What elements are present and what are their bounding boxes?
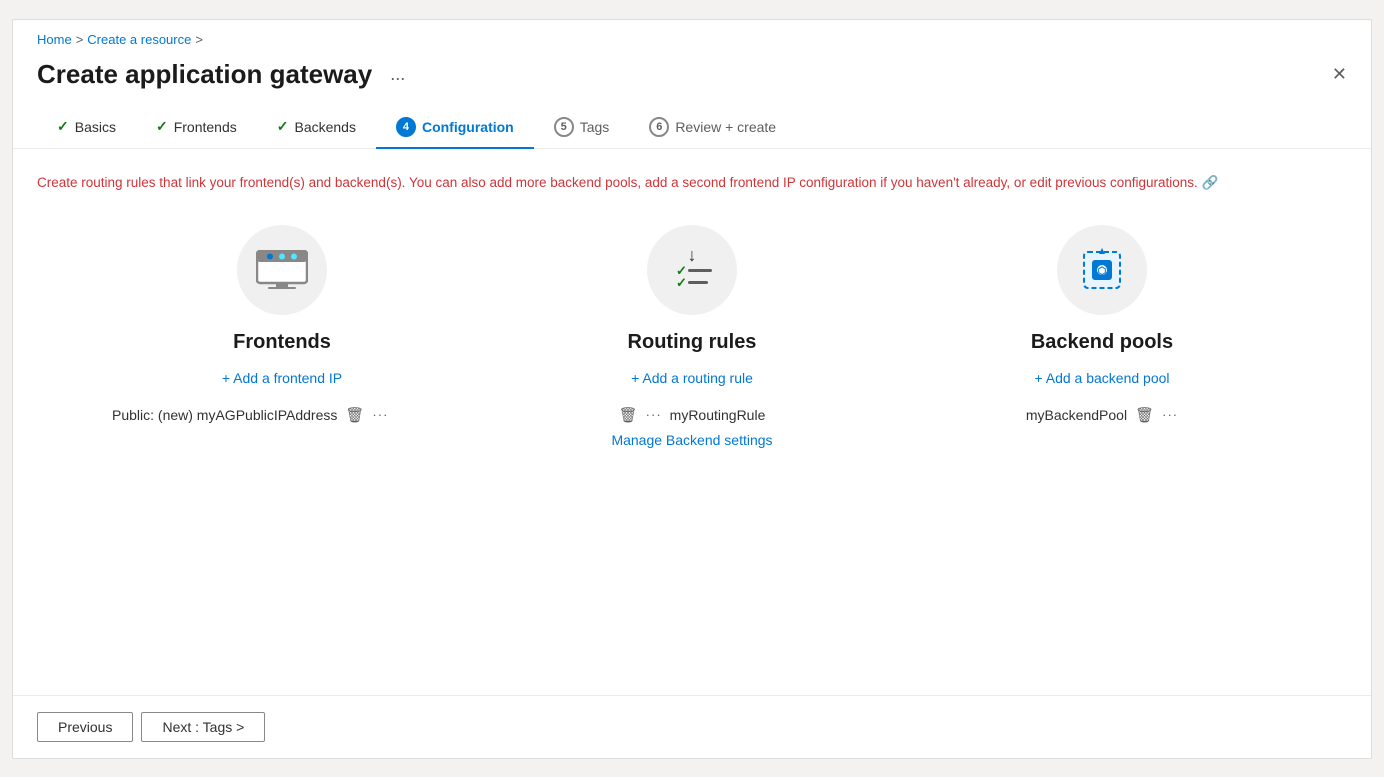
tab-tags[interactable]: 5 Tags <box>534 107 630 149</box>
tab-backends-label: Backends <box>294 119 355 135</box>
backend-pools-column: ⬡ Backend pools + Add a backend pool myB… <box>912 225 1292 424</box>
routing-item-text: myRoutingRule <box>670 407 766 423</box>
routing-item-row: 🗑 ··· myRoutingRule <box>502 406 882 424</box>
tab-configuration-label: Configuration <box>422 119 514 135</box>
add-backend-pool-link[interactable]: + Add a backend pool <box>1034 370 1169 386</box>
main-panel: Home > Create a resource > Create applic… <box>12 19 1372 759</box>
check-icon-basics: ✓ <box>57 118 69 135</box>
more-icon-backend[interactable]: ··· <box>1162 407 1178 422</box>
routing-rules-column: ↓ ✓ ✓ Routing rules + Add a routing rule… <box>502 225 882 448</box>
add-routing-rule-link[interactable]: + Add a routing rule <box>631 370 753 386</box>
trash-icon-backend[interactable]: 🗑 <box>1135 406 1154 424</box>
frontends-icon <box>256 250 308 290</box>
footer: Previous Next : Tags > <box>13 695 1371 758</box>
backend-pools-icon: ⬡ <box>1076 244 1128 296</box>
description-text: Create routing rules that link your fron… <box>37 173 1237 193</box>
svg-text:✓: ✓ <box>676 275 687 290</box>
add-frontend-ip-link[interactable]: + Add a frontend IP <box>222 370 342 386</box>
page-title: Create application gateway <box>37 59 372 90</box>
svg-text:↓: ↓ <box>688 247 697 265</box>
tab-frontends-label: Frontends <box>174 119 237 135</box>
breadcrumb-create-resource[interactable]: Create a resource <box>87 32 191 47</box>
frontends-column: Frontends + Add a frontend IP Public: (n… <box>92 225 472 424</box>
breadcrumb-sep2: > <box>195 32 203 47</box>
tab-configuration[interactable]: 4 Configuration <box>376 107 534 149</box>
routing-icon-circle: ↓ ✓ ✓ <box>647 225 737 315</box>
tab-circle-tags: 5 <box>554 117 574 137</box>
tab-basics-label: Basics <box>75 119 116 135</box>
frontends-item-row: Public: (new) myAGPublicIPAddress 🗑 ··· <box>92 406 472 424</box>
backend-icon-circle: ⬡ <box>1057 225 1147 315</box>
tab-frontends[interactable]: ✓ Frontends <box>136 108 257 147</box>
close-button[interactable]: ✕ <box>1332 65 1347 83</box>
columns-container: Frontends + Add a frontend IP Public: (n… <box>37 225 1347 448</box>
svg-text:⬡: ⬡ <box>1098 266 1107 277</box>
routing-rules-title: Routing rules <box>628 331 757 354</box>
backend-item-row: myBackendPool 🗑 ··· <box>912 406 1292 424</box>
routing-rules-icon: ↓ ✓ ✓ <box>666 247 718 293</box>
tab-basics[interactable]: ✓ Basics <box>37 108 136 147</box>
tab-backends[interactable]: ✓ Backends <box>257 108 376 147</box>
routing-item-col: 🗑 ··· myRoutingRule Manage Backend setti… <box>502 406 882 448</box>
backend-item-text: myBackendPool <box>1026 407 1127 423</box>
breadcrumb: Home > Create a resource > <box>13 20 1371 51</box>
frontends-title: Frontends <box>233 331 331 354</box>
next-button[interactable]: Next : Tags > <box>141 712 265 742</box>
content-area: Create routing rules that link your fron… <box>13 149 1371 695</box>
previous-button[interactable]: Previous <box>37 712 133 742</box>
ellipsis-button[interactable]: ... <box>384 62 411 87</box>
tab-circle-review: 6 <box>649 117 669 137</box>
backend-pools-title: Backend pools <box>1031 331 1173 354</box>
trash-icon-frontends[interactable]: 🗑 <box>345 406 364 424</box>
page-title-area: Create application gateway ... <box>37 59 411 90</box>
manage-backend-settings-link[interactable]: Manage Backend settings <box>611 432 772 448</box>
tab-tags-label: Tags <box>580 119 610 135</box>
tab-circle-configuration: 4 <box>396 117 416 137</box>
breadcrumb-home[interactable]: Home <box>37 32 72 47</box>
more-icon-frontends[interactable]: ··· <box>372 407 388 422</box>
tabs-bar: ✓ Basics ✓ Frontends ✓ Backends 4 Config… <box>13 106 1371 149</box>
tab-review-label: Review + create <box>675 119 776 135</box>
breadcrumb-sep1: > <box>76 32 84 47</box>
check-icon-backends: ✓ <box>277 118 289 135</box>
tab-review[interactable]: 6 Review + create <box>629 107 796 149</box>
check-icon-frontends: ✓ <box>156 118 168 135</box>
frontends-item-text: Public: (new) myAGPublicIPAddress <box>112 407 337 423</box>
trash-icon-routing[interactable]: 🗑 <box>619 406 638 424</box>
more-icon-routing[interactable]: ··· <box>646 407 662 422</box>
header-row: Create application gateway ... ✕ <box>13 51 1371 106</box>
frontends-icon-circle <box>237 225 327 315</box>
